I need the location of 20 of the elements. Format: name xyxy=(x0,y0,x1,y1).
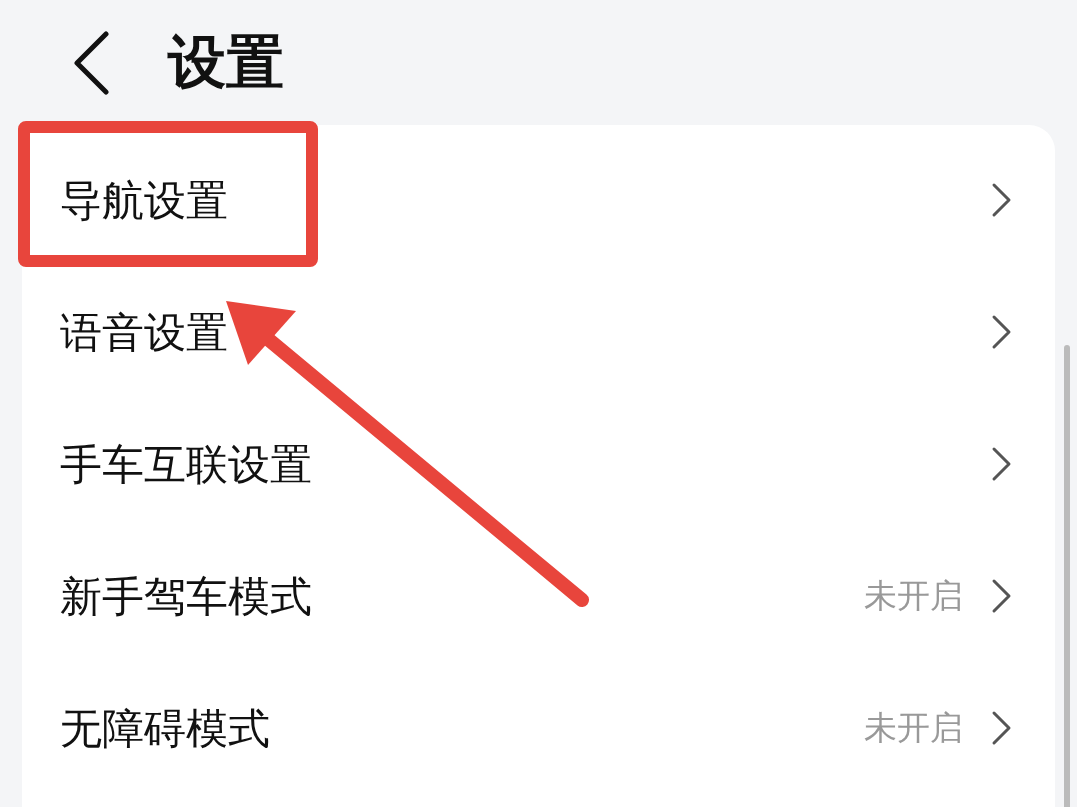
row-label: 语音设置 xyxy=(60,306,229,359)
back-icon[interactable] xyxy=(72,30,110,95)
row-value: 未开启 xyxy=(864,707,963,750)
page-title: 设置 xyxy=(168,27,284,98)
settings-row[interactable]: 手车互联设置 xyxy=(22,398,1055,530)
chevron-right-icon xyxy=(991,182,1013,218)
settings-row[interactable]: 语音设置 xyxy=(22,266,1055,398)
row-label: 无障碍模式 xyxy=(60,702,271,755)
chevron-right-icon xyxy=(991,314,1013,350)
row-label: 新手驾车模式 xyxy=(60,570,313,623)
row-value: 未开启 xyxy=(864,575,963,618)
settings-row[interactable]: 新手驾车模式 未开启 xyxy=(22,530,1055,662)
row-label: 手车互联设置 xyxy=(60,438,313,491)
chevron-right-icon xyxy=(991,446,1013,482)
scrollbar-icon xyxy=(1064,345,1070,807)
row-label: 导航设置 xyxy=(60,174,229,227)
chevron-right-icon xyxy=(991,578,1013,614)
chevron-right-icon xyxy=(991,710,1013,746)
settings-row[interactable]: 导航设置 xyxy=(22,134,1055,266)
settings-row[interactable]: 无障碍模式 未开启 xyxy=(22,662,1055,794)
